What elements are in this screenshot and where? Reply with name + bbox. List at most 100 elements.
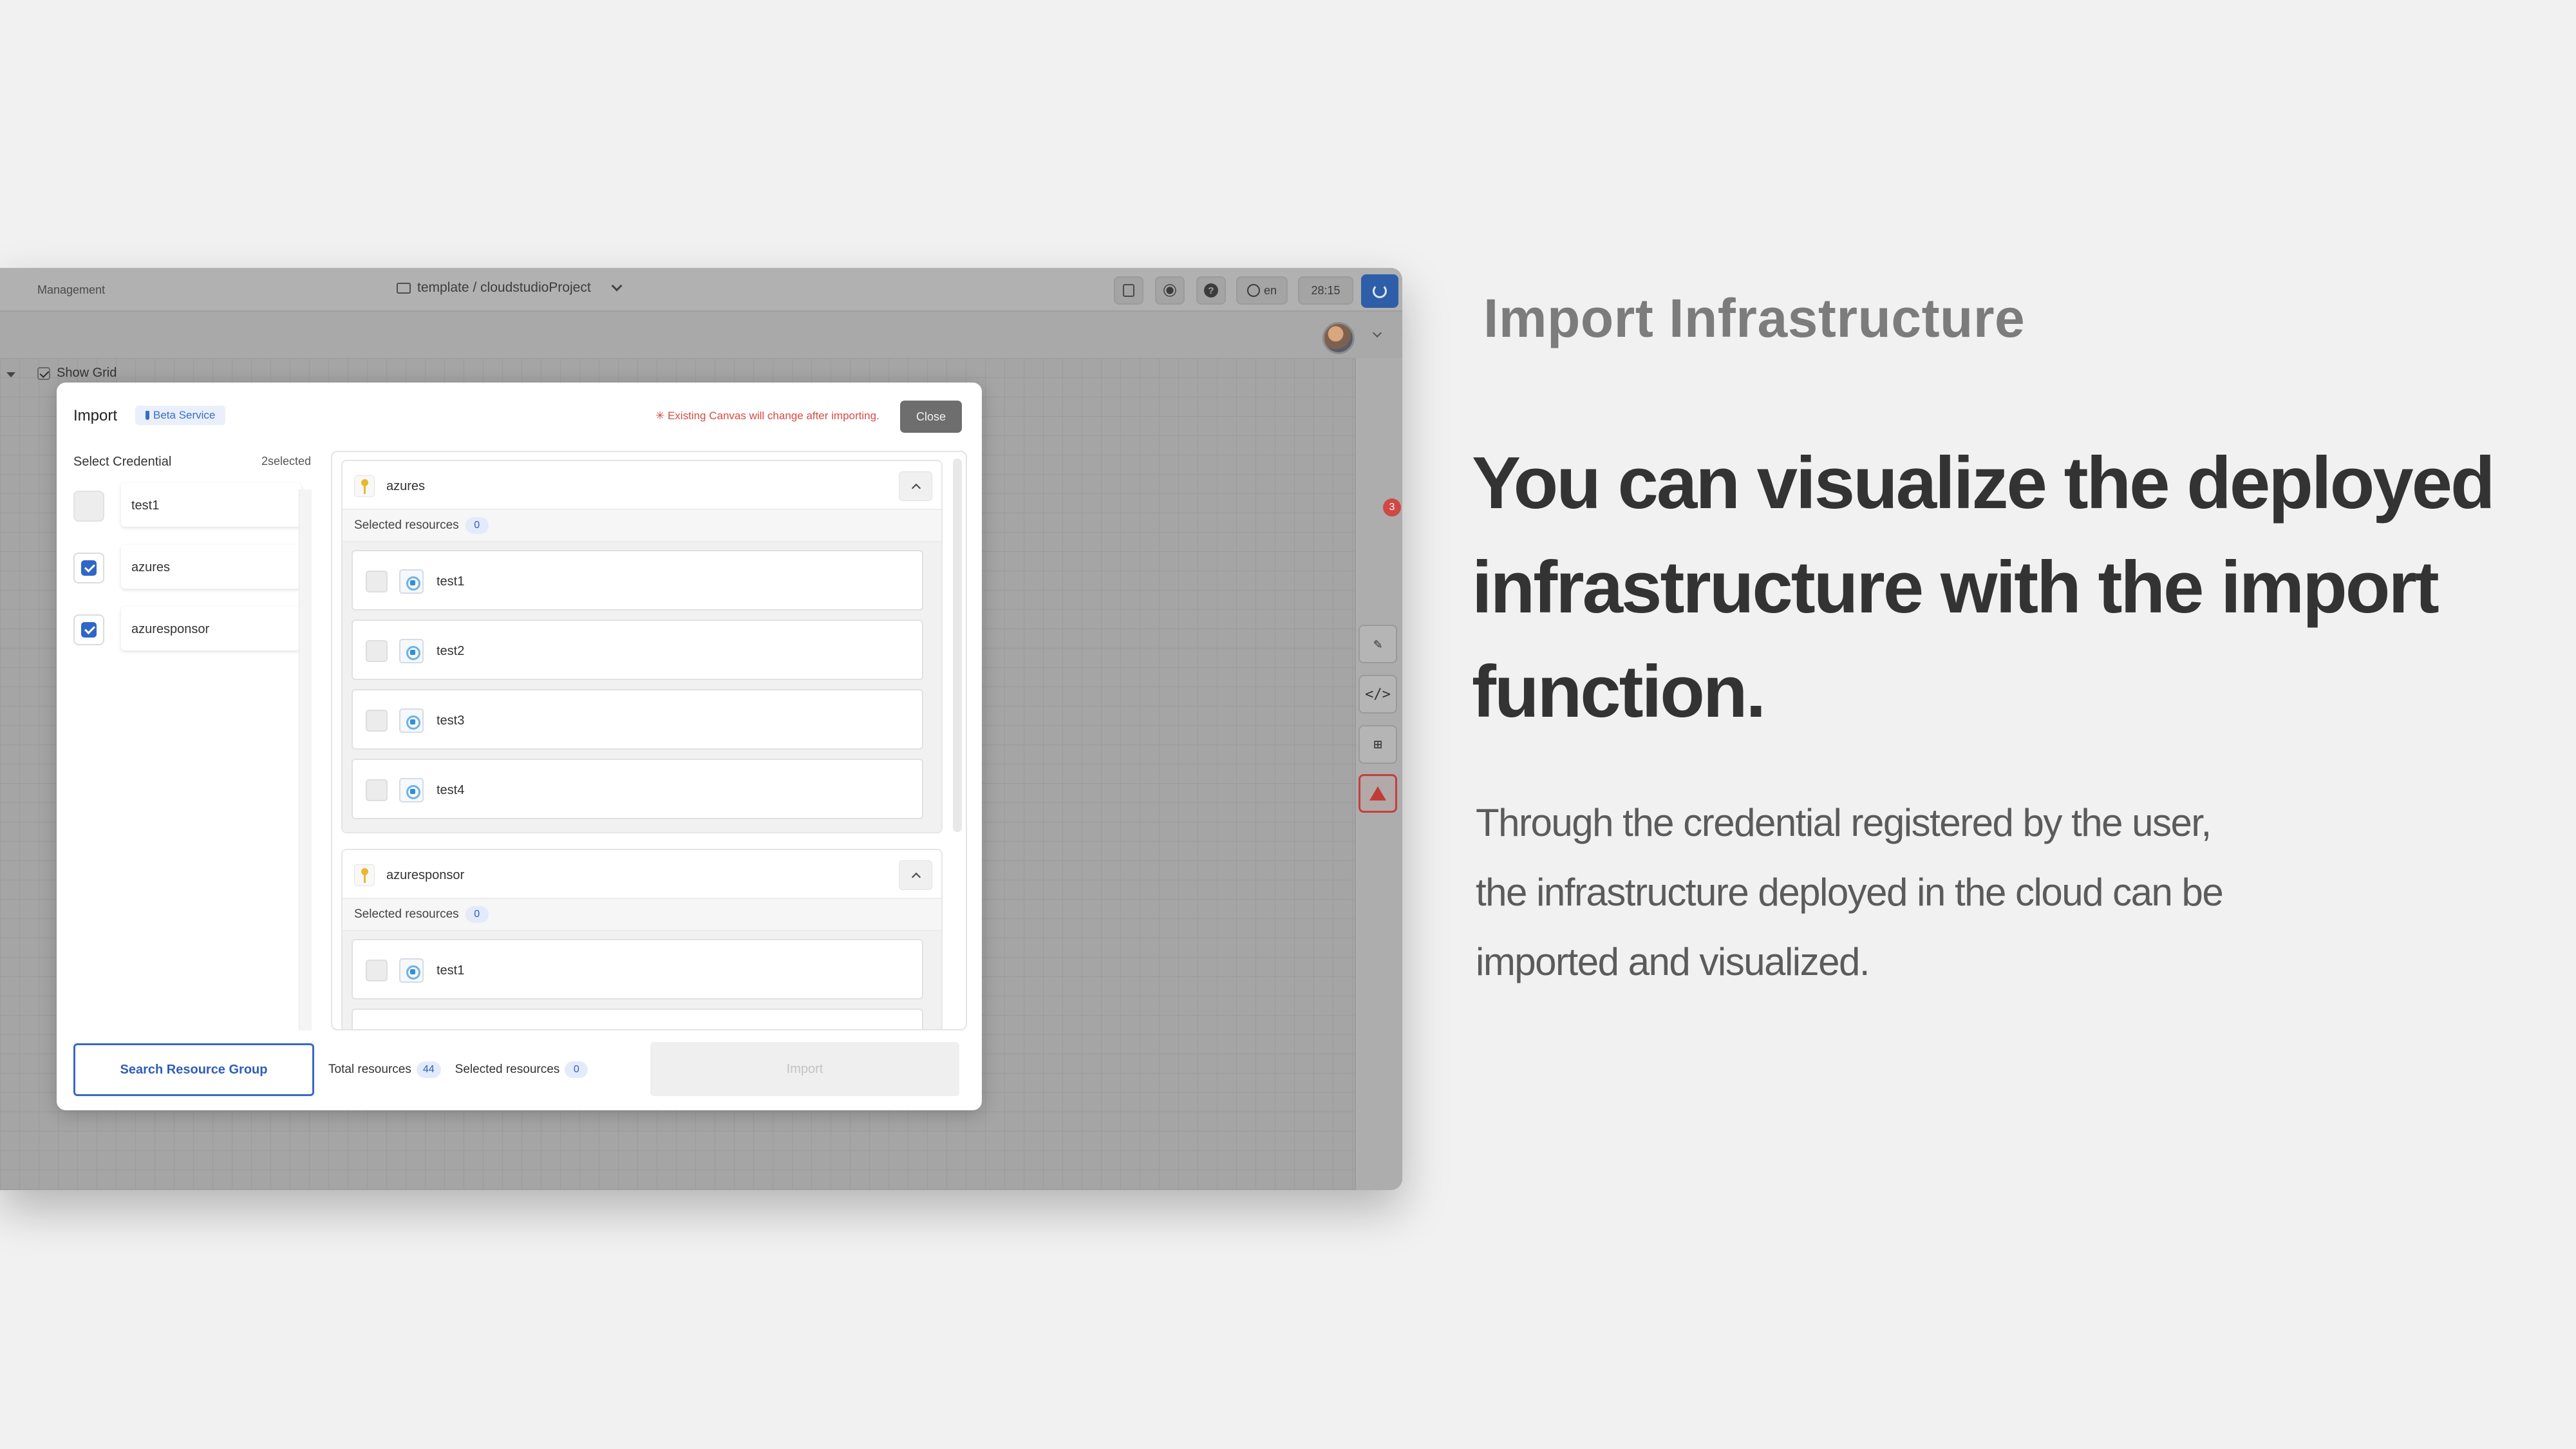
resource-group-icon xyxy=(399,569,424,594)
warning-count-badge: 3 xyxy=(1383,498,1401,516)
caret-down-icon[interactable] xyxy=(6,372,15,377)
show-grid-checkbox[interactable] xyxy=(37,366,50,380)
canvas-change-warning: ✳ Existing Canvas will change after impo… xyxy=(655,410,879,422)
credential-list-scrollbar[interactable] xyxy=(299,489,312,1030)
timer-value: 28:15 xyxy=(1311,283,1340,297)
footer-selected-count: 0 xyxy=(565,1061,588,1078)
selected-resources-bar: Selected resources 0 xyxy=(343,899,941,931)
credentials-selected-count: 2selected xyxy=(261,455,312,468)
globe-icon xyxy=(1246,284,1260,297)
selected-resources-count: 0 xyxy=(465,517,489,534)
hierarchy-icon: ⊞ xyxy=(1373,736,1382,753)
footer-selected-label: Selected resources xyxy=(455,1063,560,1076)
resource-checkbox[interactable] xyxy=(366,710,388,732)
chevron-down-icon xyxy=(611,280,623,292)
list-item[interactable]: test1 xyxy=(352,550,923,611)
language-button[interactable]: en xyxy=(1236,276,1288,305)
resource-totals: Total resources 44 Selected resources 0 xyxy=(328,1061,588,1078)
resource-checkbox[interactable] xyxy=(366,571,388,592)
resource-name: test1 xyxy=(437,574,465,589)
resource-group-icon xyxy=(399,778,424,802)
feature-eyebrow: Import Infrastructure xyxy=(1483,288,2026,348)
resource-name: test2 xyxy=(437,644,465,658)
top-bar: Management template / cloudstudioProject… xyxy=(0,268,1402,312)
credentials-header: Select Credential xyxy=(73,455,172,469)
theme-toggle-button[interactable] xyxy=(1155,276,1185,305)
credential-checkbox[interactable] xyxy=(73,553,104,583)
collapse-button[interactable] xyxy=(899,860,932,890)
help-button[interactable]: ? xyxy=(1196,276,1226,305)
feature-headline: You can visualize the deployed infrastru… xyxy=(1472,442,2496,733)
credential-label[interactable]: test1 xyxy=(121,483,301,527)
total-resources-label: Total resources xyxy=(328,1063,411,1076)
group-name: azures xyxy=(386,479,426,493)
selected-resources-label: Selected resources xyxy=(354,518,459,532)
avatar[interactable] xyxy=(1322,322,1355,354)
project-selector[interactable]: template / cloudstudioProject xyxy=(397,280,623,296)
document-icon xyxy=(1123,284,1134,297)
code-icon: </> xyxy=(1365,686,1391,703)
resource-group-icon xyxy=(399,639,424,663)
group-name: azuresponsor xyxy=(386,868,465,882)
tree-view-button[interactable]: ⊞ xyxy=(1359,725,1397,764)
credential-checkbox[interactable] xyxy=(73,491,104,522)
sub-bar xyxy=(0,313,1402,358)
show-grid-label: Show Grid xyxy=(57,366,117,380)
resource-group-icon xyxy=(399,708,424,733)
group-header: azuresponsor xyxy=(343,850,941,899)
warnings-button[interactable] xyxy=(1359,774,1397,813)
credential-label[interactable]: azuresponsor xyxy=(121,607,301,650)
credential-row-azuresponsor[interactable]: azuresponsor xyxy=(73,605,301,650)
session-timer: 28:15 xyxy=(1298,276,1353,305)
import-button[interactable]: Import xyxy=(650,1042,959,1096)
edit-icon: ✎ xyxy=(1373,636,1382,652)
key-icon xyxy=(354,864,375,886)
list-item[interactable]: test3 xyxy=(352,689,923,750)
modal-title: Import xyxy=(73,407,118,424)
refresh-icon xyxy=(1373,284,1387,298)
management-link[interactable]: Management xyxy=(37,283,105,297)
selected-resources-bar: Selected resources 0 xyxy=(343,510,941,542)
group-header: azures xyxy=(343,461,941,510)
save-button[interactable] xyxy=(1114,276,1143,305)
import-modal: Import Beta Service ✳ Existing Canvas wi… xyxy=(57,383,982,1110)
warning-icon xyxy=(1369,786,1386,800)
resource-group-azuresponsor: azuresponsor Selected resources 0 test1 xyxy=(341,849,943,1029)
credential-label[interactable]: azures xyxy=(121,545,301,589)
list-item[interactable]: test4 xyxy=(352,759,923,819)
edit-panel-button[interactable]: ✎ xyxy=(1359,625,1397,663)
credential-row-azures[interactable]: azures xyxy=(73,544,301,589)
list-item[interactable]: test2 xyxy=(352,620,923,680)
feature-description: Through the credential registered by the… xyxy=(1476,788,2377,997)
resource-checkbox[interactable] xyxy=(366,779,388,801)
resource-checkbox[interactable] xyxy=(366,640,388,662)
project-path: template / cloudstudioProject xyxy=(417,280,591,295)
credential-row-test1[interactable]: test1 xyxy=(73,482,301,527)
resource-group-icon xyxy=(399,958,424,983)
resource-name: test3 xyxy=(437,714,465,728)
show-grid-toggle[interactable]: Show Grid xyxy=(37,366,117,381)
sync-button[interactable] xyxy=(1361,274,1398,308)
list-item[interactable]: test1 xyxy=(352,939,923,999)
resource-panel-scrollbar[interactable] xyxy=(953,459,962,832)
resource-name: test1 xyxy=(437,963,465,978)
resource-panel: azures Selected resources 0 test1 test2 … xyxy=(331,451,967,1030)
resource-checkbox[interactable] xyxy=(366,960,388,981)
list-item[interactable] xyxy=(352,1009,923,1029)
sun-icon xyxy=(1166,287,1174,294)
resource-list: test1 test2 test3 test4 xyxy=(343,542,941,832)
description-line: imported and visualized. xyxy=(1476,940,1870,983)
flask-icon xyxy=(146,411,149,420)
search-resource-group-button[interactable]: Search Resource Group xyxy=(73,1043,314,1096)
code-view-button[interactable]: </> xyxy=(1359,675,1397,714)
beta-label: Beta Service xyxy=(153,409,216,421)
resource-group-azures: azures Selected resources 0 test1 test2 … xyxy=(341,460,943,833)
description-line: Through the credential registered by the… xyxy=(1476,801,2212,844)
help-icon: ? xyxy=(1204,283,1218,298)
total-resources-count: 44 xyxy=(416,1061,441,1078)
close-button[interactable]: Close xyxy=(900,401,962,433)
collapse-button[interactable] xyxy=(899,471,932,501)
credential-checkbox[interactable] xyxy=(73,614,104,645)
resource-name: test4 xyxy=(437,783,465,797)
description-line: the infrastructure deployed in the cloud… xyxy=(1476,871,2224,914)
